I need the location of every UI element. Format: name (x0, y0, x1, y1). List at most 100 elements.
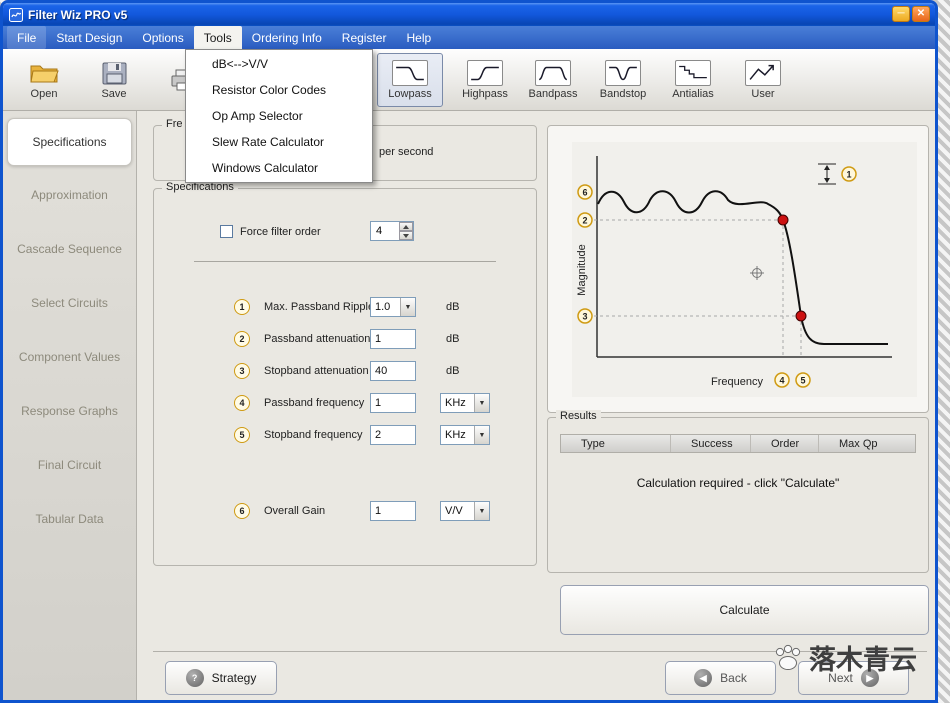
x-axis-label: Frequency (711, 376, 763, 388)
menu-tools[interactable]: Tools (193, 26, 242, 49)
sidebar-item-specifications[interactable]: Specifications (7, 118, 132, 166)
help-question-icon: ? (185, 669, 204, 687)
sidebar-item-response-graphs[interactable]: Response Graphs (3, 384, 136, 438)
back-button[interactable]: ◀ Back (665, 661, 776, 695)
sidebar-item-select-circuits[interactable]: Select Circuits (3, 276, 136, 330)
passband-attenuation-input[interactable] (370, 329, 416, 349)
filter-user-button[interactable]: User (735, 53, 791, 107)
row3-unit: dB (446, 365, 460, 377)
response-diagram: Magnitude Frequency 1 6 2 3 4 5 (572, 142, 917, 397)
filter-lowpass-button[interactable]: Lowpass (377, 53, 443, 107)
app-window: Filter Wiz PRO v5 ─ ✕ File Start Design … (0, 0, 938, 703)
sidebar-item-cascade-sequence[interactable]: Cascade Sequence (3, 222, 136, 276)
menu-file[interactable]: File (7, 26, 47, 49)
marker-3-badge: 3 (234, 363, 250, 379)
filter-bandstop-button[interactable]: Bandstop (593, 53, 653, 107)
filter-antialias-button[interactable]: Antialias (661, 53, 725, 107)
filter-order-spinner[interactable]: 4 (370, 221, 414, 241)
menu-item-op-amp-selector[interactable]: Op Amp Selector (186, 103, 372, 129)
spinner-up-button[interactable] (399, 222, 413, 231)
menu-register[interactable]: Register (332, 26, 397, 49)
sidebar-item-final-circuit[interactable]: Final Circuit (3, 438, 136, 492)
force-filter-order-label: Force filter order (240, 226, 321, 238)
marker-2-badge: 2 (234, 331, 250, 347)
svg-text:1: 1 (846, 170, 851, 180)
stopband-attenuation-input[interactable] (370, 361, 416, 381)
chevron-down-icon: ▼ (474, 426, 489, 444)
svg-text:6: 6 (582, 188, 587, 198)
passband-frequency-input[interactable] (370, 393, 416, 413)
stopband-frequency-input[interactable] (370, 425, 416, 445)
menu-start-design[interactable]: Start Design (46, 26, 132, 49)
filter-antialias-label: Antialias (672, 88, 714, 100)
paw-logo-icon (775, 644, 801, 670)
overall-gain-input[interactable] (370, 501, 416, 521)
sidebar-item-component-values[interactable]: Component Values (3, 330, 136, 384)
watermark-text: 落木青云 (809, 645, 917, 676)
menu-help[interactable]: Help (396, 26, 441, 49)
row4-label: Passband frequency (264, 397, 365, 409)
strategy-button[interactable]: ? Strategy (165, 661, 277, 695)
lowpass-icon (392, 60, 428, 86)
graph-marker-3: 3 (577, 308, 593, 324)
results-label: Results (556, 410, 601, 422)
open-label: Open (30, 88, 58, 100)
menu-item-windows-calculator[interactable]: Windows Calculator (186, 155, 372, 181)
stopband-frequency-unit-select[interactable]: KHz ▼ (440, 425, 490, 445)
frequency-units-option-text: per second (379, 146, 434, 158)
gain-unit-value: V/V (445, 505, 463, 517)
chevron-down-icon: ▼ (400, 298, 415, 316)
bandpass-icon (535, 60, 571, 86)
results-table-header: Type Success Order Max Qp (560, 434, 916, 453)
marker-4-badge: 4 (234, 395, 250, 411)
svg-text:2: 2 (582, 216, 587, 226)
back-arrow-icon: ◀ (694, 669, 713, 687)
row5-label: Stopband frequency (264, 429, 363, 441)
menu-item-resistor-color-codes[interactable]: Resistor Color Codes (186, 77, 372, 103)
results-col-max-qp: Max Qp (839, 437, 878, 450)
filter-user-label: User (751, 88, 775, 100)
sidebar: Specifications Approximation Cascade Seq… (3, 111, 137, 700)
menu-options[interactable]: Options (132, 26, 193, 49)
menu-bar: File Start Design Options Tools Ordering… (3, 26, 935, 49)
ripple-select[interactable]: 1.0 ▼ (370, 297, 416, 317)
user-filter-icon (745, 60, 781, 86)
row1-label: Max. Passband Ripple (264, 301, 375, 313)
row2-unit: dB (446, 333, 460, 345)
toolbar: Open Save Lowpass Highpass Bandpass Band… (3, 49, 935, 111)
overall-gain-unit-select[interactable]: V/V ▼ (440, 501, 490, 521)
results-col-success: Success (671, 435, 751, 452)
filter-order-value: 4 (376, 225, 383, 237)
y-axis-label: Magnitude (576, 244, 588, 295)
results-message: Calculation required - click "Calculate" (636, 476, 840, 490)
filter-highpass-button[interactable]: Highpass (455, 53, 515, 107)
open-folder-icon (30, 65, 59, 83)
antialias-icon (675, 60, 711, 86)
open-button[interactable]: Open (15, 53, 73, 107)
sidebar-item-tabular-data[interactable]: Tabular Data (3, 492, 136, 546)
row2-label: Passband attenuation (264, 333, 371, 345)
menu-item-slew-rate-calculator[interactable]: Slew Rate Calculator (186, 129, 372, 155)
graph-marker-5: 5 (795, 372, 811, 388)
passband-frequency-unit-select[interactable]: KHz ▼ (440, 393, 490, 413)
passband-unit-value: KHz (445, 397, 466, 409)
filter-bandpass-button[interactable]: Bandpass (523, 53, 583, 107)
force-filter-order-checkbox[interactable] (220, 225, 233, 238)
row3-label: Stopband attenuation (264, 365, 369, 377)
sidebar-item-approximation[interactable]: Approximation (3, 168, 136, 222)
spinner-down-button[interactable] (399, 231, 413, 240)
menu-item-db-vv[interactable]: dB<-->V/V (186, 51, 372, 77)
svg-text:3: 3 (582, 312, 587, 322)
menu-ordering-info[interactable]: Ordering Info (242, 26, 332, 49)
back-label: Back (720, 671, 747, 685)
graph-marker-2: 2 (577, 212, 593, 228)
minimize-button[interactable]: ─ (892, 6, 910, 22)
marker-1-badge: 1 (234, 299, 250, 315)
close-button[interactable]: ✕ (912, 6, 930, 22)
graph-marker-4: 4 (774, 372, 790, 388)
save-button[interactable]: Save (85, 53, 143, 107)
row6-label: Overall Gain (264, 505, 326, 517)
highpass-icon (467, 60, 503, 86)
graph-marker-6: 6 (577, 184, 593, 200)
calculate-button[interactable]: Calculate (560, 585, 929, 635)
